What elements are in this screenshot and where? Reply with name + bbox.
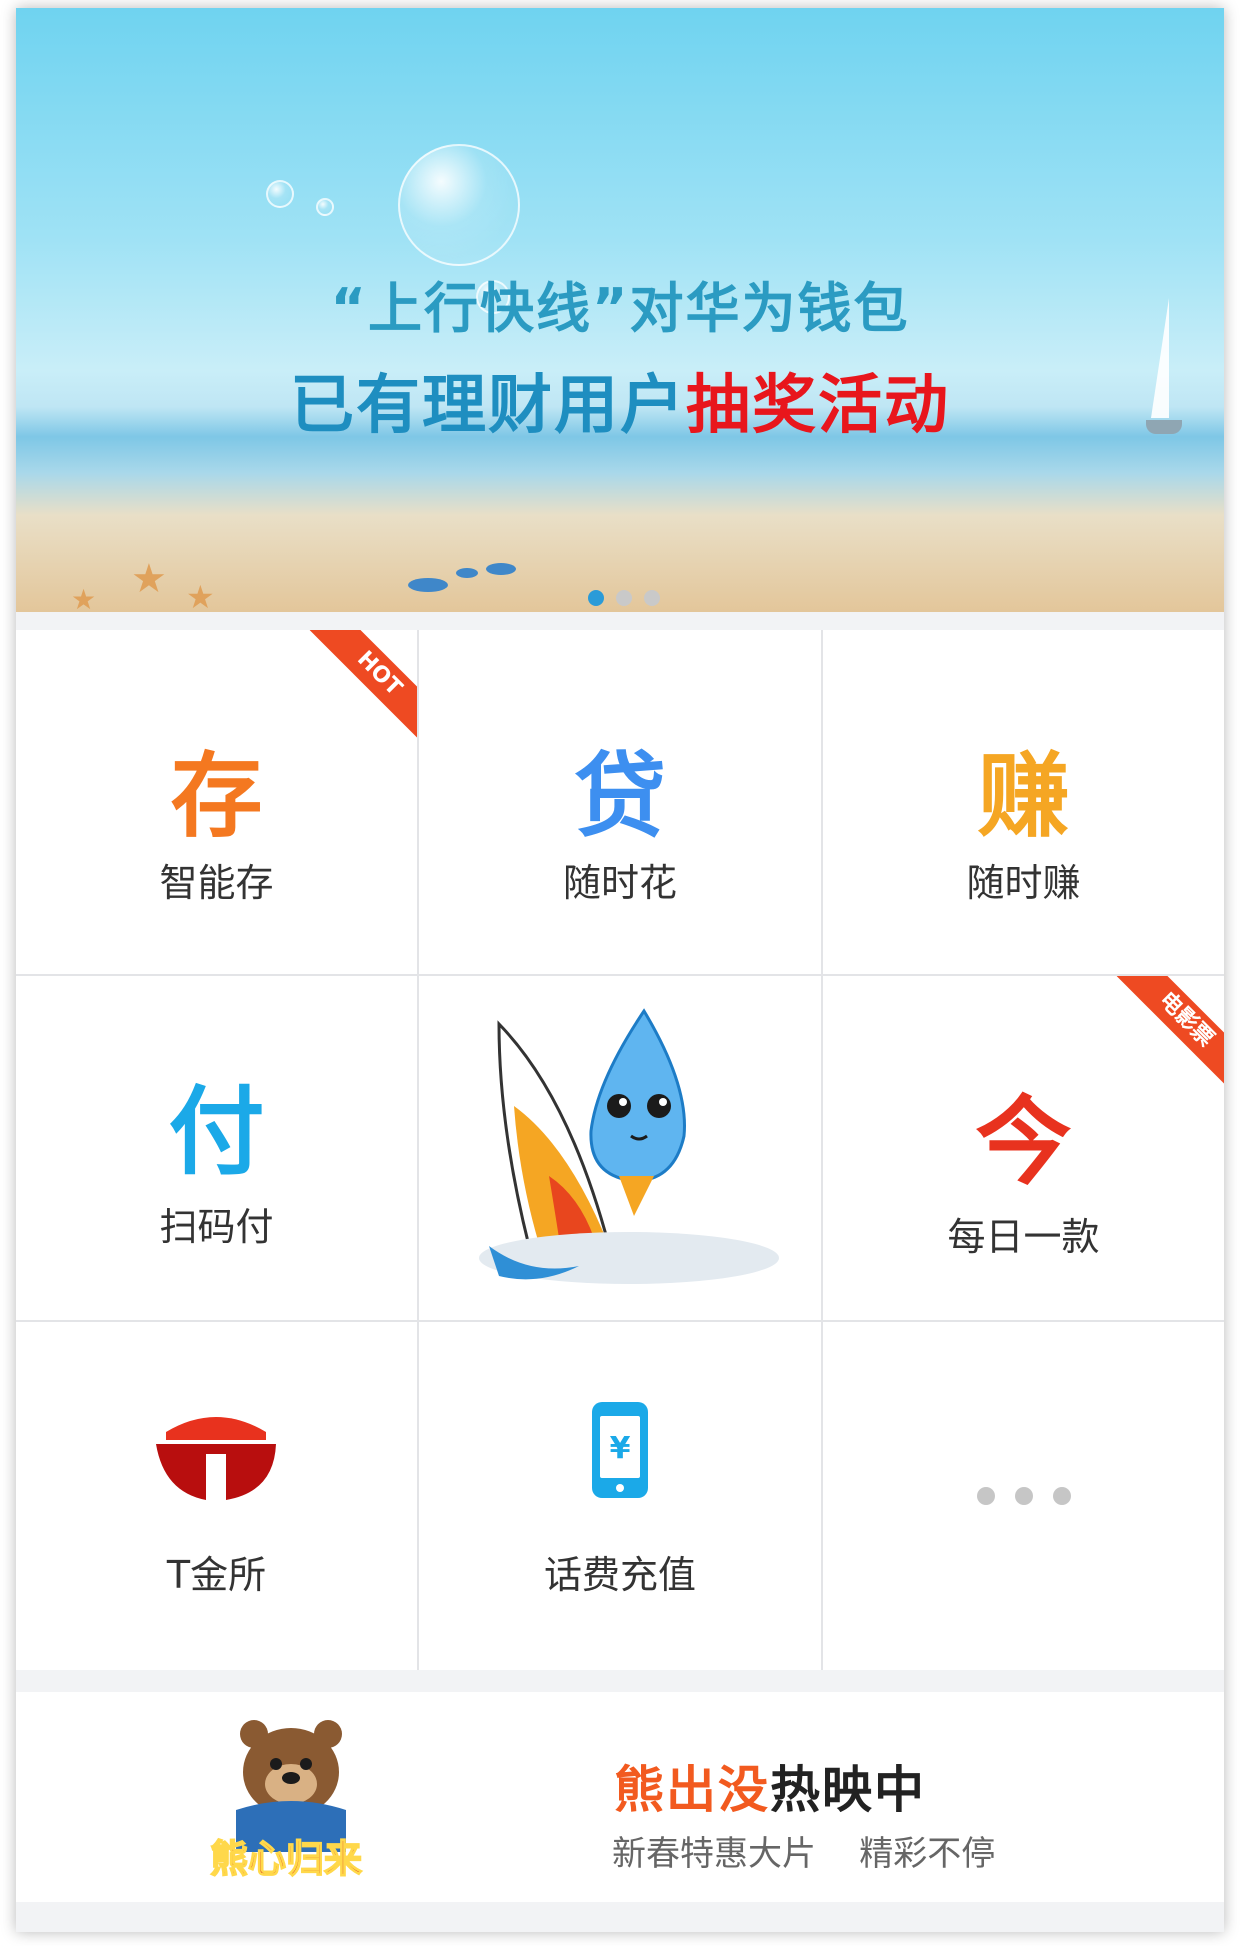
promo-banner[interactable]: “上行快线”对华为钱包 已有理财用户抽奖活动 ★ ★ ★ xyxy=(16,8,1224,612)
deposit-icon: 存 xyxy=(170,743,263,850)
bubble-decoration xyxy=(316,198,334,216)
bubble-decoration xyxy=(398,144,520,266)
grid-item-label: 扫码付 xyxy=(159,1205,274,1249)
banner-headline: “上行快线”对华为钱包 xyxy=(330,277,910,340)
sailboat-icon xyxy=(1151,298,1169,418)
carousel-indicator xyxy=(588,590,660,606)
phone-recharge-icon: ¥ xyxy=(592,1402,648,1498)
promo-title-highlight: 熊出没 xyxy=(614,1761,770,1819)
poster-title: 熊心归来 xyxy=(210,1837,362,1881)
promo-subtitle: 新春特惠大片 精彩不停 xyxy=(612,1834,996,1874)
grid-item-label: 每日一款 xyxy=(947,1215,1100,1259)
grid-item-label: 随时花 xyxy=(562,861,677,905)
banner-subheadline-red: 抽奖活动 xyxy=(686,369,950,443)
boat-hull-icon xyxy=(1146,420,1182,434)
banner-subheadline-blue: 已有理财用户 xyxy=(290,369,686,443)
grid-item-t-exchange[interactable]: T金所 xyxy=(16,1322,417,1670)
bubble-decoration xyxy=(266,180,294,208)
pebble-decoration xyxy=(456,568,478,578)
loan-icon: 贷 xyxy=(573,743,667,850)
bear-poster-icon: 熊心归来 xyxy=(209,1720,363,1882)
more-icon xyxy=(976,1487,1071,1505)
grid-item-earn-anytime[interactable]: 赚 随时赚 xyxy=(823,630,1224,974)
grid-item-daily-product[interactable]: 电影票 今 每日一款 xyxy=(823,976,1224,1320)
grid-item-spend-anytime[interactable]: 贷 随时花 xyxy=(419,630,821,974)
grid-item-smart-deposit[interactable]: HOT 存 智能存 xyxy=(16,630,417,974)
grid-item-label: 智能存 xyxy=(159,861,274,905)
more-dot xyxy=(1052,1487,1071,1505)
pebble-decoration xyxy=(408,578,448,592)
more-dot xyxy=(1014,1487,1033,1505)
grid-item-label: 随时赚 xyxy=(966,861,1081,905)
starfish-icon: ★ xyxy=(71,583,97,612)
hot-badge: HOT xyxy=(309,630,417,744)
grid-item-phone-recharge[interactable]: ¥ 话费充值 xyxy=(419,1322,821,1670)
scan-pay-icon: 付 xyxy=(168,1076,265,1188)
pebble-decoration xyxy=(486,563,516,575)
service-grid: HOT 存 智能存 贷 随时花 赚 随时赚 付 扫码付 电影票 今 每日一款 T… xyxy=(16,630,1224,1670)
movie-ticket-badge: 电影票 xyxy=(1116,976,1224,1090)
earn-icon: 赚 xyxy=(977,743,1070,850)
promo-title-rest: 热映中 xyxy=(770,1761,926,1819)
mascot-windsurf-icon xyxy=(479,1008,779,1284)
grid-item-label: T金所 xyxy=(166,1553,267,1597)
carousel-dot[interactable] xyxy=(616,590,632,606)
banner-subheadline: 已有理财用户抽奖活动 xyxy=(16,354,1224,446)
grid-item-more[interactable] xyxy=(823,1322,1224,1670)
starfish-icon: ★ xyxy=(131,556,167,602)
carousel-dot[interactable] xyxy=(644,590,660,606)
grid-item-mascot[interactable] xyxy=(419,976,821,1320)
carousel-dot[interactable] xyxy=(588,590,604,606)
movie-promo-card[interactable]: 熊心归来 熊出没热映中 新春特惠大片 精彩不停 xyxy=(16,1692,1224,1902)
t-exchange-icon xyxy=(156,1417,276,1500)
promo-title: 熊出没热映中 xyxy=(614,1750,926,1822)
svg-text:¥: ¥ xyxy=(610,1431,631,1466)
app-frame: “上行快线”对华为钱包 已有理财用户抽奖活动 ★ ★ ★ HOT 存 智能存 贷… xyxy=(16,8,1224,1932)
grid-item-scan-pay[interactable]: 付 扫码付 xyxy=(16,976,417,1320)
starfish-icon: ★ xyxy=(186,578,215,612)
more-dot xyxy=(976,1487,995,1505)
daily-product-icon: 今 xyxy=(975,1086,1072,1198)
grid-item-label: 话费充值 xyxy=(543,1553,696,1597)
